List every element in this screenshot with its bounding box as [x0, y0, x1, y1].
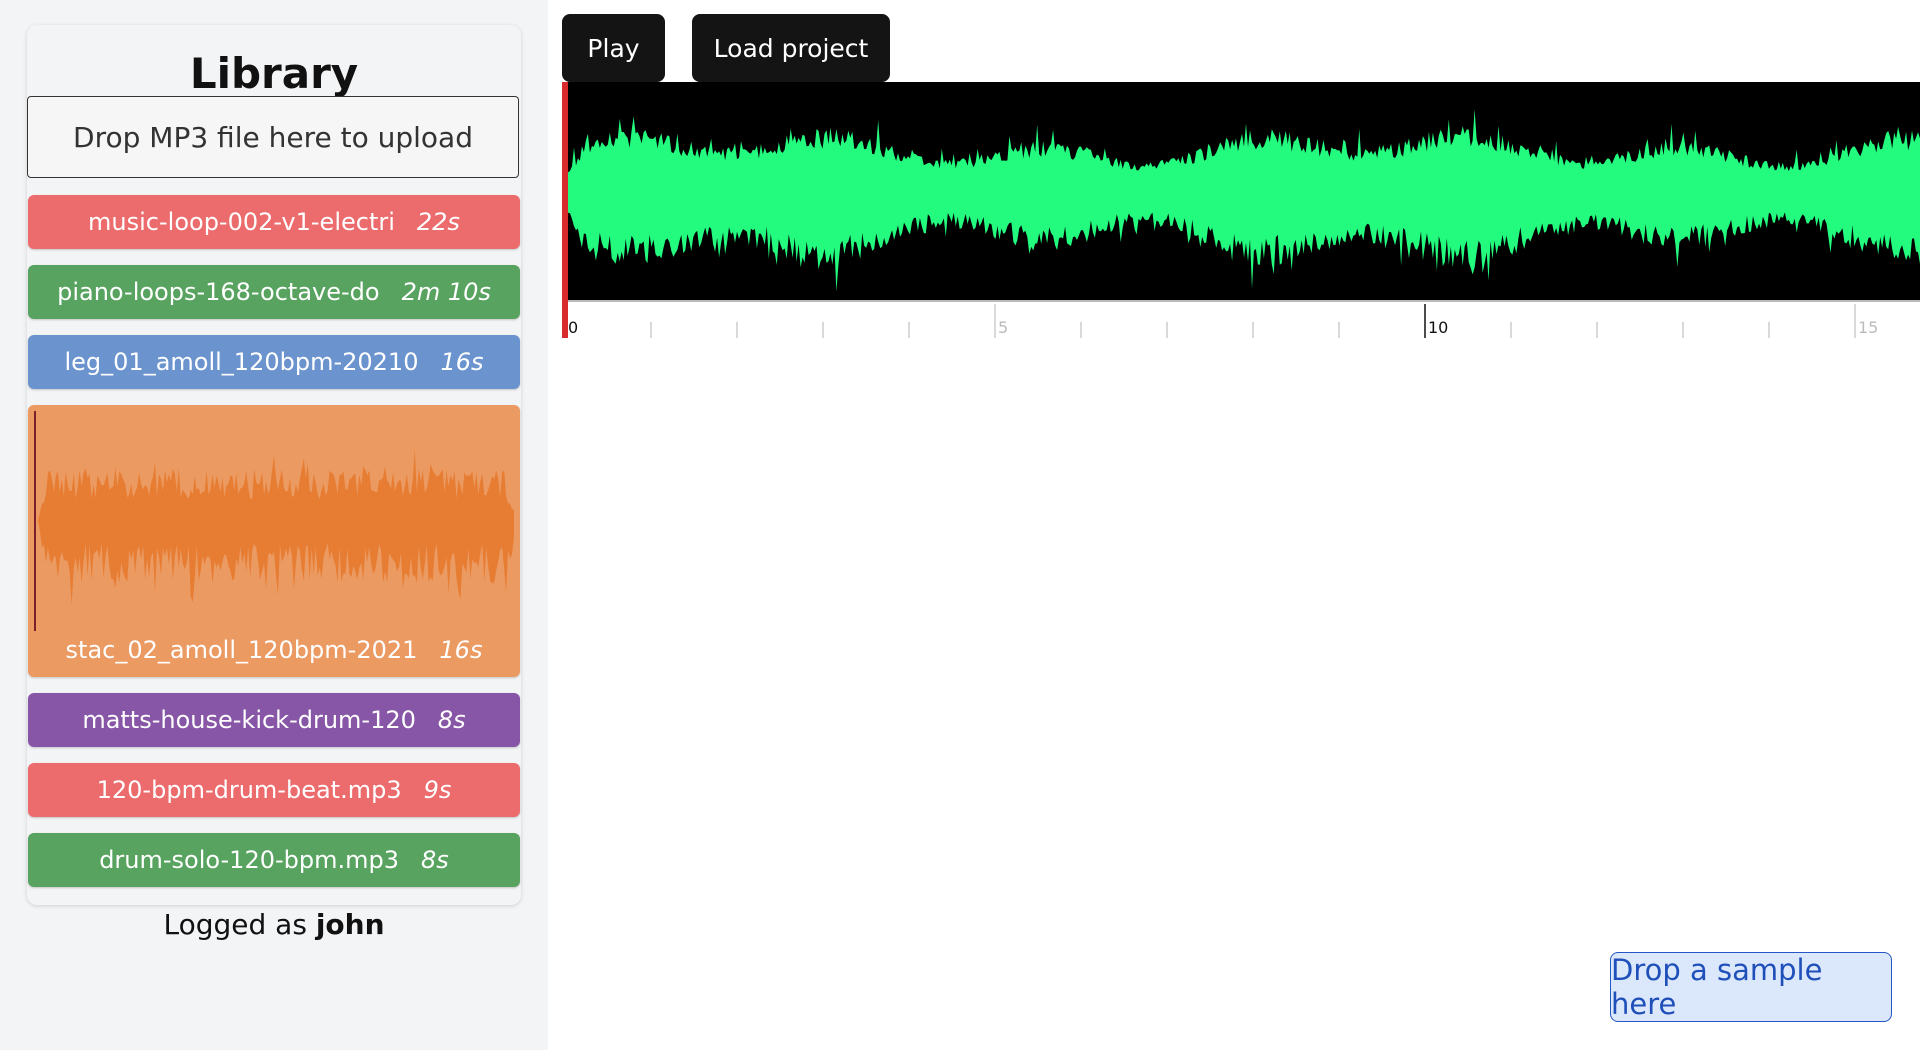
- sample-duration: 16s: [439, 636, 483, 664]
- logged-prefix: Logged as: [163, 908, 307, 941]
- sample-label-row: leg_01_amoll_120bpm-20210 16s: [28, 335, 520, 389]
- load-project-button[interactable]: Load project: [692, 14, 890, 82]
- sample-drop-target[interactable]: Drop a sample here: [1610, 952, 1892, 1022]
- time-ruler: 0 5 10 15: [564, 304, 1878, 338]
- track-timeline[interactable]: 0 5 10 15: [562, 82, 1920, 340]
- sample-item[interactable]: 120-bpm-drum-beat.mp3 9s: [28, 763, 520, 817]
- login-status: Logged as john: [27, 908, 521, 941]
- playhead-cursor[interactable]: [562, 82, 568, 338]
- sample-label-row: 120-bpm-drum-beat.mp3 9s: [28, 763, 520, 817]
- ruler-tick-label: 15: [1858, 318, 1878, 337]
- library-sidebar: Library Drop MP3 file here to upload mus…: [0, 0, 548, 1050]
- ruler-tick-label: 0: [568, 318, 578, 337]
- sample-duration: 9s: [423, 776, 452, 804]
- sample-waveform-shape: [38, 448, 514, 606]
- sample-item[interactable]: matts-house-kick-drum-120 8s: [28, 693, 520, 747]
- sample-item[interactable]: piano-loops-168-octave-do 2m 10s: [28, 265, 520, 319]
- sample-duration: 8s: [437, 706, 466, 734]
- sample-name: drum-solo-120-bpm.mp3: [99, 846, 400, 874]
- sample-label-row: drum-solo-120-bpm.mp3 8s: [28, 833, 520, 887]
- sample-name: leg_01_amoll_120bpm-20210: [64, 348, 419, 376]
- sample-waveform[interactable]: [34, 411, 518, 631]
- sample-duration: 8s: [421, 846, 449, 874]
- sample-name: music-loop-002-v1-electri: [88, 208, 395, 236]
- library-title: Library: [189, 49, 359, 98]
- sample-label-row: stac_02_amoll_120bpm-2021 16s: [28, 623, 520, 677]
- sample-duration: 22s: [416, 208, 460, 236]
- sample-name: matts-house-kick-drum-120: [82, 706, 416, 734]
- sample-label-row: piano-loops-168-octave-do 2m 10s: [28, 265, 520, 319]
- sample-item[interactable]: leg_01_amoll_120bpm-20210 16s: [28, 335, 520, 389]
- sample-name: piano-loops-168-octave-do: [57, 278, 380, 306]
- sample-label-row: music-loop-002-v1-electri 22s: [28, 195, 520, 249]
- ruler-tick-label: 5: [998, 318, 1008, 337]
- play-button[interactable]: Play: [562, 14, 665, 82]
- sample-item[interactable]: drum-solo-120-bpm.mp3 8s: [28, 833, 520, 887]
- library-panel: Library Drop MP3 file here to upload mus…: [27, 25, 521, 905]
- sample-item[interactable]: music-loop-002-v1-electri 22s: [28, 195, 520, 249]
- sample-name: stac_02_amoll_120bpm-2021: [65, 636, 418, 664]
- ruler-tick-label: 10: [1428, 318, 1448, 337]
- sample-playhead: [34, 411, 36, 631]
- username: john: [315, 908, 385, 941]
- upload-dropzone[interactable]: Drop MP3 file here to upload: [27, 96, 519, 178]
- sample-duration: 2m 10s: [401, 278, 491, 306]
- sample-duration: 16s: [440, 348, 484, 376]
- sample-label-row: matts-house-kick-drum-120 8s: [28, 693, 520, 747]
- sample-item[interactable]: stac_02_amoll_120bpm-2021 16s: [28, 405, 520, 677]
- sample-name: 120-bpm-drum-beat.mp3: [96, 776, 402, 804]
